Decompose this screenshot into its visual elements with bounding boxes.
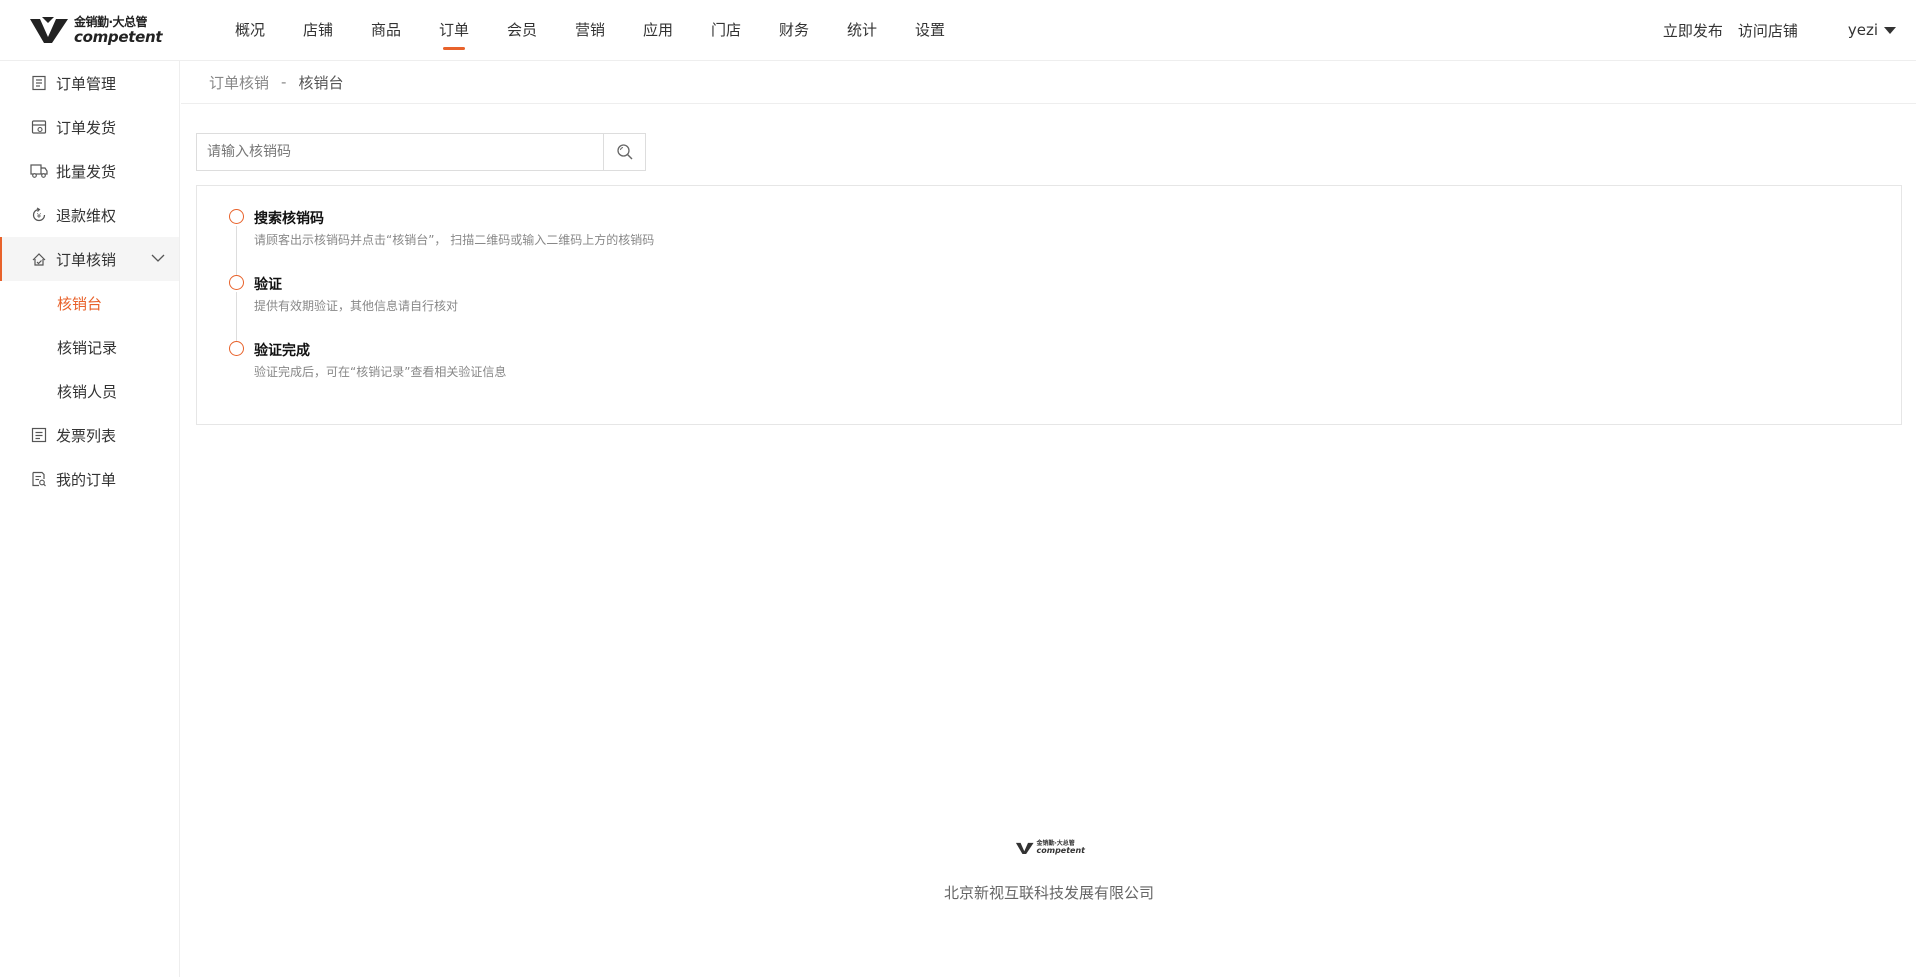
sidebar-item-order-management[interactable]: 订单管理 [0,61,179,105]
visit-store-link[interactable]: 访问店铺 [1738,20,1798,41]
sidebar-item-my-orders[interactable]: 我的订单 [0,457,179,501]
order-list-icon [30,74,48,92]
sidebar-subitem-verify-staff[interactable]: 核销人员 [0,369,179,413]
sidebar-item-label: 订单发货 [56,118,117,137]
sidebar-item-label: 退款维权 [56,206,117,225]
sidebar-item-label: 我的订单 [56,470,117,489]
sidebar-item-label: 批量发货 [56,162,117,181]
truck-icon [30,162,48,180]
step-connector [236,226,237,277]
verify-icon [30,250,48,268]
step-desc: 提供有效期验证，其他信息请自行核对 [254,299,459,313]
caret-down-icon [1884,26,1896,34]
breadcrumb-current: 核销台 [298,73,344,92]
top-nav: 概况 店铺 商品 订单 会员 营销 应用 门店 财务 统计 设置 [216,0,964,60]
refund-icon: ¥ [30,206,48,224]
chevron-down-icon [151,254,165,262]
topnav-stores[interactable]: 门店 [692,0,760,60]
user-menu[interactable]: yezi [1848,21,1896,39]
my-order-icon [30,470,48,488]
footer-company-name: 北京新视互联科技发展有限公司 [943,884,1154,902]
logo-cn-text: 金销勤·大总管 [74,14,148,29]
sidebar-item-batch-delivery[interactable]: 批量发货 [0,149,179,193]
verify-code-search [196,133,646,171]
sidebar-subitem-verify-records[interactable]: 核销记录 [0,325,179,369]
sidebar-subitem-verify-desk[interactable]: 核销台 [0,281,179,325]
sidebar-item-order-verification[interactable]: 订单核销 [0,237,179,281]
sidebar-item-invoices[interactable]: 发票列表 [0,413,179,457]
invoice-icon [30,426,48,444]
topnav-store[interactable]: 店铺 [284,0,352,60]
search-button[interactable] [603,134,645,170]
step-title: 搜索核销码 [254,211,324,227]
topnav-members[interactable]: 会员 [488,0,556,60]
topnav-overview[interactable]: 概况 [216,0,284,60]
topnav-marketing[interactable]: 营销 [556,0,624,60]
verify-code-input[interactable] [197,134,603,170]
footer-logo-mark-icon [1015,842,1034,855]
topnav-apps[interactable]: 应用 [624,0,692,60]
step-desc: 验证完成后，可在“核销记录”查看相关验证信息 [254,365,507,379]
breadcrumb-parent[interactable]: 订单核销 [209,72,269,93]
step-dot [229,275,244,290]
delivery-icon [30,118,48,136]
step-title: 验证 [254,277,282,293]
footer-logo: 金销勤·大总管 competent [1015,838,1085,858]
sidebar-item-order-delivery[interactable]: 订单发货 [0,105,179,149]
sidebar-item-label: 订单管理 [56,74,117,93]
step-title: 验证完成 [254,343,310,359]
publish-link[interactable]: 立即发布 [1663,20,1723,41]
footer-logo-en: competent [1036,846,1086,855]
username: yezi [1847,21,1878,39]
sidebar: 订单管理 订单发货 批量发货 ¥ 退款维权 订单核销 核销台 核销记录 核销人员… [0,61,180,977]
logo-en-text: competent [74,27,163,46]
logo-mark-icon [30,17,68,43]
topnav-statistics[interactable]: 统计 [828,0,896,60]
breadcrumb: 订单核销 - 核销台 [181,61,1916,104]
verify-steps-panel: 搜索核销码 请顾客出示核销码并点击“核销台”， 扫描二维码或输入二维码上方的核销… [196,185,1902,425]
step-connector [236,292,237,343]
svg-text:¥: ¥ [37,212,42,220]
topnav-goods[interactable]: 商品 [352,0,420,60]
top-header: 金销勤·大总管 competent 概况 店铺 商品 订单 会员 营销 应用 门… [0,0,1916,61]
header-actions: 立即发布 访问店铺 yezi [1648,0,1896,60]
topnav-orders[interactable]: 订单 [420,0,488,60]
step-dot [229,341,244,356]
sidebar-item-label: 订单核销 [56,250,117,269]
search-icon [616,144,632,160]
breadcrumb-separator: - [281,73,287,91]
topnav-settings[interactable]: 设置 [896,0,964,60]
sidebar-item-label: 发票列表 [56,426,117,445]
step-desc: 请顾客出示核销码并点击“核销台”， 扫描二维码或输入二维码上方的核销码 [254,233,655,247]
topnav-finance[interactable]: 财务 [760,0,828,60]
step-dot [229,209,244,224]
sidebar-item-refunds[interactable]: ¥ 退款维权 [0,193,179,237]
brand-logo[interactable]: 金销勤·大总管 competent [28,14,163,46]
